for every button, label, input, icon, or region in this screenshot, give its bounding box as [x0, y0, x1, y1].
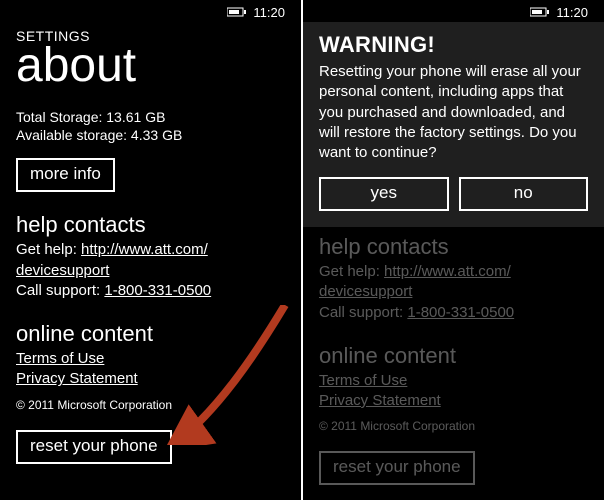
privacy-statement-link[interactable]: Privacy Statement: [16, 370, 138, 387]
call-support-line: Call support: 1-800-331-0500: [319, 303, 588, 323]
warning-body: Resetting your phone will erase all your…: [319, 62, 588, 163]
help-link2[interactable]: devicesupport: [16, 262, 109, 279]
warning-buttons: yes no: [319, 177, 588, 211]
copyright: © 2011 Microsoft Corporation: [16, 398, 285, 412]
status-bar: 11:20: [16, 0, 285, 22]
warning-title: WARNING!: [319, 32, 588, 58]
reset-phone-button[interactable]: reset your phone: [16, 430, 172, 464]
help-link2: devicesupport: [319, 283, 412, 300]
page-title: about: [16, 42, 285, 90]
call-support-number: 1-800-331-0500: [407, 304, 514, 321]
get-help-line: Get help: http://www.att.com/: [16, 240, 285, 260]
terms-of-use-link: Terms of Use: [319, 372, 407, 389]
yes-button[interactable]: yes: [319, 177, 449, 211]
total-storage: Total Storage: 13.61 GB: [16, 108, 285, 126]
battery-icon: [227, 7, 247, 17]
more-info-button[interactable]: more info: [16, 158, 115, 192]
call-support-prefix: Call support:: [319, 304, 407, 321]
call-support-prefix: Call support:: [16, 282, 104, 299]
status-time: 11:20: [556, 5, 588, 20]
help-link[interactable]: http://www.att.com/: [81, 241, 208, 258]
call-support-number[interactable]: 1-800-331-0500: [104, 282, 211, 299]
help-contacts-heading: help contacts: [16, 212, 285, 238]
call-support-line: Call support: 1-800-331-0500: [16, 281, 285, 301]
online-content-heading: online content: [16, 321, 285, 347]
get-help-prefix: Get help:: [16, 241, 81, 258]
online-content-heading: online content: [319, 343, 588, 369]
get-help-prefix: Get help:: [319, 263, 384, 280]
help-link: http://www.att.com/: [384, 263, 511, 280]
terms-of-use-link[interactable]: Terms of Use: [16, 350, 104, 367]
status-time: 11:20: [253, 5, 285, 20]
no-button[interactable]: no: [459, 177, 589, 211]
copyright: © 2011 Microsoft Corporation: [319, 419, 588, 433]
get-help-line: Get help: http://www.att.com/: [319, 262, 588, 282]
available-storage: Available storage: 4.33 GB: [16, 126, 285, 144]
privacy-statement-link: Privacy Statement: [319, 392, 441, 409]
reset-phone-button: reset your phone: [319, 451, 475, 485]
warning-dialog: WARNING! Resetting your phone will erase…: [303, 22, 604, 227]
help-contacts-heading: help contacts: [319, 234, 588, 260]
get-help-line2: devicesupport: [16, 261, 285, 281]
get-help-line2: devicesupport: [319, 282, 588, 302]
screen-about: 11:20 SETTINGS about Total Storage: 13.6…: [0, 0, 301, 500]
battery-icon: [530, 7, 550, 17]
status-bar: 11:20: [303, 0, 604, 22]
screen-reset-warning: 11:20 WARNING! Resetting your phone will…: [303, 0, 604, 500]
